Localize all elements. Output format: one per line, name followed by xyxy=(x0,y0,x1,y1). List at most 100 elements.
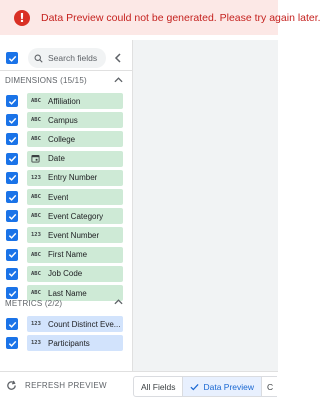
checkmark-icon xyxy=(8,251,16,258)
field-chip[interactable]: ABC Event Category xyxy=(27,208,123,225)
field-chip[interactable]: 123 Event Number xyxy=(27,227,123,244)
select-all-checkbox[interactable] xyxy=(6,52,18,64)
field-checkbox[interactable] xyxy=(6,267,18,280)
field-row: ABC College xyxy=(0,131,132,148)
dimensions-section-title: DIMENSIONS (15/15) xyxy=(5,76,87,85)
preview-area xyxy=(132,40,278,371)
field-chip[interactable]: ABC Affiliation xyxy=(27,93,123,109)
text-type-icon: ABC xyxy=(31,98,41,104)
text-type-icon: ABC xyxy=(31,194,41,200)
field-name: Count Distinct Eve... xyxy=(48,319,121,329)
field-checkbox[interactable] xyxy=(6,210,18,223)
field-row: ABC Event xyxy=(0,189,132,205)
field-checkbox[interactable] xyxy=(6,248,18,261)
field-checkbox[interactable] xyxy=(6,171,18,184)
field-chip[interactable]: ABC College xyxy=(27,131,123,148)
refresh-preview-button[interactable]: REFRESH PREVIEW xyxy=(6,380,107,391)
field-checkbox[interactable] xyxy=(6,229,18,242)
field-name: Event Category xyxy=(48,211,104,221)
field-row: 123 Event Number xyxy=(0,227,132,244)
search-box[interactable] xyxy=(28,48,106,68)
field-checkbox[interactable] xyxy=(6,318,18,330)
field-checkbox[interactable] xyxy=(6,152,18,165)
field-row: 123 Count Distinct Eve... xyxy=(0,316,132,332)
field-chip[interactable]: ABC First Name xyxy=(27,246,123,263)
field-name: First Name xyxy=(48,250,88,260)
field-name: Campus xyxy=(48,115,78,125)
field-row: ABC Campus xyxy=(0,112,132,129)
number-type-icon: 123 xyxy=(31,174,41,181)
checkmark-icon xyxy=(8,340,16,347)
field-chip[interactable]: 123 Participants xyxy=(27,335,123,351)
number-type-icon: 123 xyxy=(31,340,41,346)
field-row: ABC Job Code xyxy=(0,265,132,282)
metrics-section-header[interactable]: METRICS (2/2) xyxy=(0,293,132,314)
field-row: 123 Participants xyxy=(0,335,132,351)
error-message: Data Preview could not be generated. Ple… xyxy=(41,11,320,24)
panel-footer: REFRESH PREVIEW All Fields Data Preview … xyxy=(0,371,278,400)
search-input[interactable] xyxy=(48,53,106,63)
field-name: Affiliation xyxy=(48,96,81,106)
tab-all-fields[interactable]: All Fields xyxy=(133,376,184,397)
number-type-icon: 123 xyxy=(31,232,41,239)
data-panel: ! Data Preview could not be generated. P… xyxy=(0,0,320,400)
checkmark-icon xyxy=(8,117,16,124)
field-name: Event xyxy=(48,192,69,202)
checkmark-icon xyxy=(8,98,16,105)
checkmark-icon xyxy=(8,136,16,143)
field-chip[interactable]: 123 Entry Number xyxy=(27,169,123,186)
tab-clipped[interactable]: C xyxy=(262,376,278,397)
dimensions-section-header[interactable]: DIMENSIONS (15/15) xyxy=(0,70,132,90)
text-type-icon: ABC xyxy=(31,251,41,258)
search-row xyxy=(0,48,132,68)
field-row: Date xyxy=(0,150,132,167)
text-type-icon: ABC xyxy=(31,136,41,143)
chevron-up-icon xyxy=(114,77,123,83)
field-name: Job Code xyxy=(48,269,83,279)
field-name: Event Number xyxy=(48,230,100,240)
text-type-icon: ABC xyxy=(31,213,41,220)
tab-clipped-label: C xyxy=(267,381,274,392)
checkmark-icon xyxy=(8,155,16,162)
text-type-icon: ABC xyxy=(31,270,41,277)
fields-panel: DIMENSIONS (15/15) ABC Affiliation ABC Camp… xyxy=(0,40,132,371)
collapse-panel-button[interactable] xyxy=(112,51,124,65)
view-toggle: All Fields Data Preview C xyxy=(133,376,278,397)
checkmark-icon xyxy=(8,271,16,278)
field-checkbox[interactable] xyxy=(6,133,18,146)
field-chip[interactable]: Date xyxy=(27,150,123,167)
field-row: ABC Affiliation xyxy=(0,93,132,109)
refresh-icon xyxy=(7,380,16,390)
checkmark-icon xyxy=(8,55,16,62)
tab-all-fields-label: All Fields xyxy=(141,381,176,392)
field-name: Entry Number xyxy=(48,173,98,183)
metrics-section-title: METRICS (2/2) xyxy=(5,299,63,308)
field-name: College xyxy=(48,134,76,144)
field-checkbox[interactable] xyxy=(6,114,18,127)
field-checkbox[interactable] xyxy=(6,337,18,349)
field-chip[interactable]: ABC Campus xyxy=(27,112,123,129)
checkmark-icon xyxy=(8,213,16,220)
field-chip[interactable]: ABC Event xyxy=(27,189,123,205)
checkmark-icon xyxy=(8,321,16,328)
chevron-up-icon xyxy=(114,299,123,305)
field-checkbox[interactable] xyxy=(6,95,18,107)
checkmark-icon xyxy=(8,194,16,201)
checkmark-icon xyxy=(8,232,16,239)
field-chip[interactable]: ABC Job Code xyxy=(27,265,123,282)
checkmark-icon xyxy=(8,175,16,182)
tab-data-preview[interactable]: Data Preview xyxy=(183,376,263,397)
refresh-preview-label: REFRESH PREVIEW xyxy=(25,381,107,390)
field-name: Participants xyxy=(48,338,90,348)
field-chip[interactable]: 123 Count Distinct Eve... xyxy=(27,316,123,332)
text-type-icon: ABC xyxy=(31,117,41,124)
chevron-left-icon xyxy=(114,53,121,63)
tab-data-preview-label: Data Preview xyxy=(203,381,255,392)
error-banner: ! Data Preview could not be generated. P… xyxy=(0,0,320,35)
field-row: ABC First Name xyxy=(0,246,132,263)
number-type-icon: 123 xyxy=(31,321,41,327)
field-checkbox[interactable] xyxy=(6,191,18,203)
search-icon xyxy=(34,54,43,63)
field-name: Date xyxy=(48,154,65,164)
field-row: ABC Event Category xyxy=(0,208,132,225)
